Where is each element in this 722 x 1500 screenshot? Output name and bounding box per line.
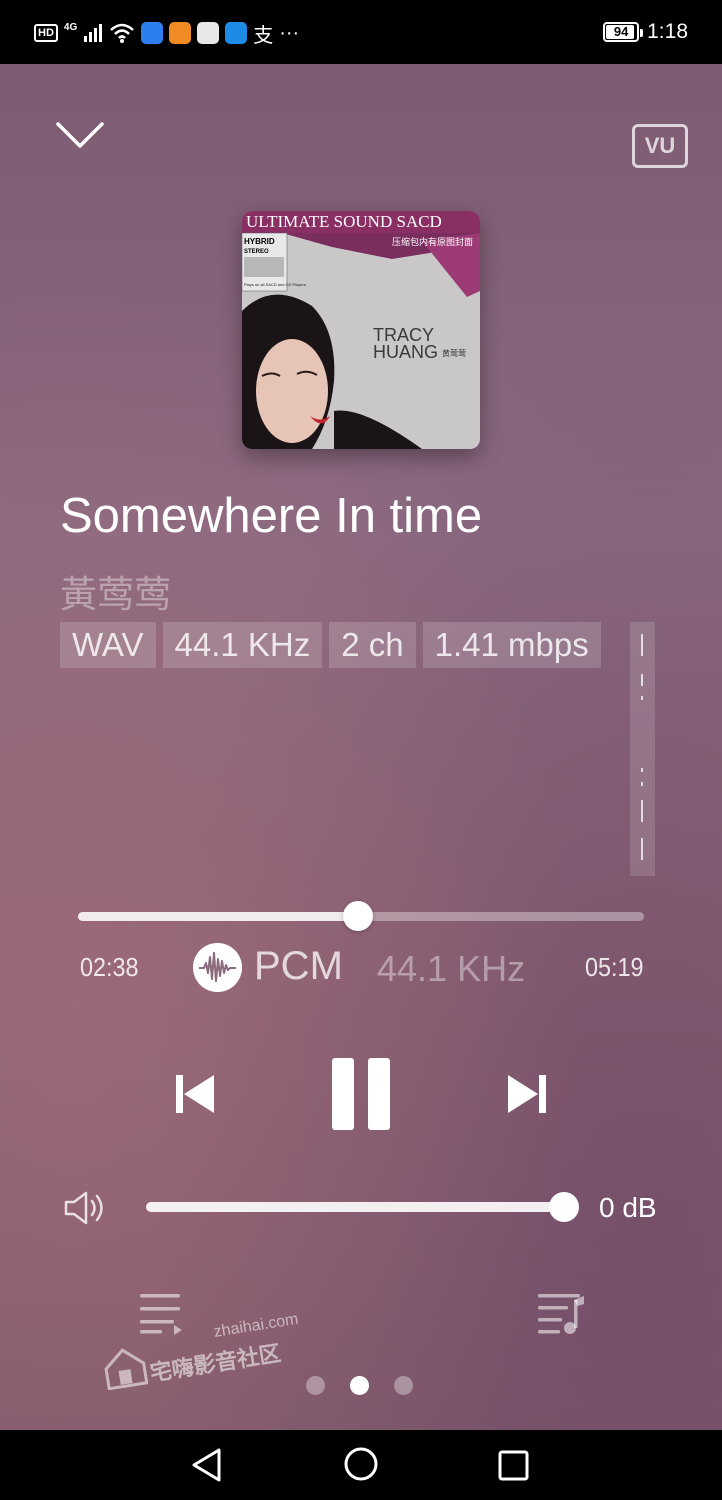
seek-bar-fill — [78, 912, 359, 921]
album-art: ULTIMATE SOUND SACD 压缩包内有原图封面 HYBRID STE… — [242, 211, 480, 449]
chevron-down-icon[interactable] — [52, 116, 108, 156]
playlist-music-icon[interactable] — [534, 1288, 588, 1336]
skip-next-icon[interactable] — [502, 1069, 552, 1119]
elapsed-time: 02:38 — [80, 952, 139, 982]
page-dot-active[interactable] — [350, 1376, 369, 1395]
format-chip-channels: 2 ch — [329, 622, 416, 668]
vu-meter-button[interactable]: VU — [632, 124, 688, 168]
meter-tick — [641, 674, 643, 686]
album-subtitle-cn: 压缩包内有原图封面 — [392, 236, 473, 247]
app-notification-icon — [197, 22, 220, 44]
navigation-bar — [0, 1430, 722, 1500]
app-notification-icon — [141, 22, 164, 44]
album-banner-text: ULTIMATE SOUND SACD — [246, 212, 442, 231]
battery-level: 94 — [613, 24, 629, 39]
page-indicator — [306, 1376, 413, 1395]
home-icon[interactable] — [343, 1446, 379, 1482]
notification-glyph: 支 — [253, 24, 274, 47]
status-bar-right: 94 1:18 — [603, 20, 688, 44]
album-artist-line2: HUANG — [373, 342, 438, 362]
seek-bar[interactable] — [78, 901, 644, 931]
song-title: Somewhere In time — [60, 489, 483, 543]
meter-tick — [641, 768, 643, 772]
pause-icon[interactable] — [326, 1054, 396, 1134]
wifi-icon — [110, 23, 135, 43]
signal-icon — [84, 24, 103, 42]
level-meter — [630, 622, 655, 876]
battery-icon: 94 — [603, 22, 644, 42]
home-logo-icon — [104, 1348, 148, 1390]
total-time: 05:19 — [585, 952, 644, 982]
watermark: zhaihai.com 宅嗨影音社区 — [102, 1311, 300, 1402]
album-artist-cn: 黄莺莺 — [442, 348, 466, 358]
recent-apps-icon[interactable] — [498, 1450, 529, 1481]
now-playing-screen: VU ULTIMATE SOUND SACD 压缩包内有原图封面 HYBRID … — [0, 64, 722, 1430]
meter-tick — [641, 800, 643, 822]
codec-label[interactable]: PCM — [254, 944, 343, 989]
status-bar: HD 4G 支 ··· 94 1:18 — [0, 0, 722, 64]
format-info: WAV 44.1 KHz 2 ch 1.41 mbps — [60, 622, 601, 668]
meter-tick — [641, 838, 643, 860]
meter-tick — [641, 696, 643, 700]
format-chip-codec: WAV — [60, 622, 156, 668]
page-dot[interactable] — [306, 1376, 325, 1395]
seek-bar-thumb[interactable] — [343, 901, 374, 931]
artist-name[interactable]: 黃莺莺 — [60, 564, 171, 618]
stereo-label: STEREO — [244, 249, 269, 255]
app-notification-icon — [225, 22, 248, 44]
app-notification-icon — [169, 22, 192, 44]
output-sample-rate: 44.1 KHz — [377, 948, 526, 989]
hd-indicator: HD — [34, 24, 58, 42]
volume-value: 0 dB — [599, 1192, 657, 1223]
volume-slider-fill — [146, 1202, 564, 1212]
waveform-icon[interactable] — [193, 943, 242, 992]
clock: 1:18 — [647, 20, 688, 43]
watermark-url: zhaihai.com — [212, 1310, 300, 1341]
volume-slider[interactable] — [146, 1192, 579, 1222]
album-small-text: Plays on all SACD and CD Players — [244, 282, 306, 287]
hybrid-label: HYBRID — [244, 237, 275, 246]
speaker-icon[interactable] — [62, 1188, 108, 1228]
meter-tick — [641, 782, 643, 786]
format-chip-bitrate: 1.41 mbps — [422, 622, 601, 668]
meter-tick — [641, 634, 643, 656]
status-bar-left: HD 4G 支 ··· — [34, 20, 300, 47]
format-chip-sample-rate: 44.1 KHz — [162, 622, 323, 668]
back-icon[interactable] — [189, 1446, 225, 1484]
volume-slider-thumb[interactable] — [549, 1192, 579, 1222]
more-notifications: ··· — [279, 21, 300, 44]
page-dot[interactable] — [394, 1376, 413, 1395]
watermark-name: 宅嗨影音社区 — [148, 1340, 283, 1386]
skip-previous-icon[interactable] — [170, 1069, 220, 1119]
network-type: 4G — [63, 21, 78, 33]
